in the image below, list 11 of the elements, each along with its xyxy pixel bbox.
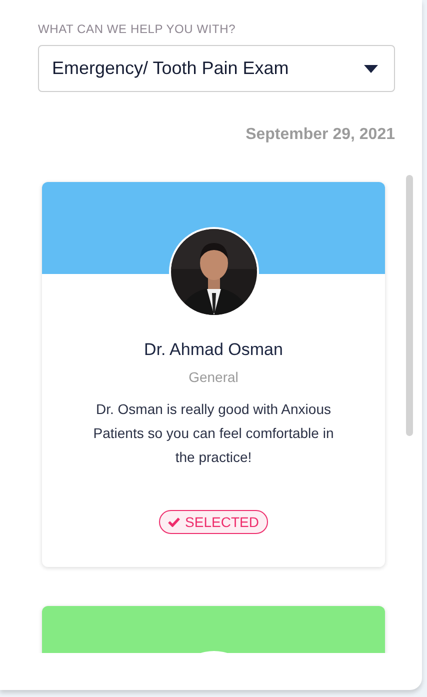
selected-badge[interactable]: SELECTED: [159, 510, 268, 534]
doctor-specialty: General: [188, 368, 238, 387]
service-dropdown[interactable]: Emergency/ Tooth Pain Exam: [38, 45, 395, 92]
doctor-name: Dr. Ahmad Osman: [144, 339, 283, 361]
check-icon: [168, 517, 180, 527]
field-label: WHAT CAN WE HELP YOU WITH?: [38, 21, 237, 37]
date-heading: September 29, 2021: [246, 125, 395, 145]
doctor-card[interactable]: Dr. Ahmad Osman General Dr. Osman is really good with Anxious Patients so you can feel comfortable in the practice! SELECTED: [42, 182, 385, 567]
scrollbar-thumb[interactable]: [406, 175, 413, 436]
doctor-description: Dr. Osman is really good with Anxious Patients so you can feel comfortable in the practice!: [92, 400, 335, 467]
caret-icon: [364, 64, 378, 72]
